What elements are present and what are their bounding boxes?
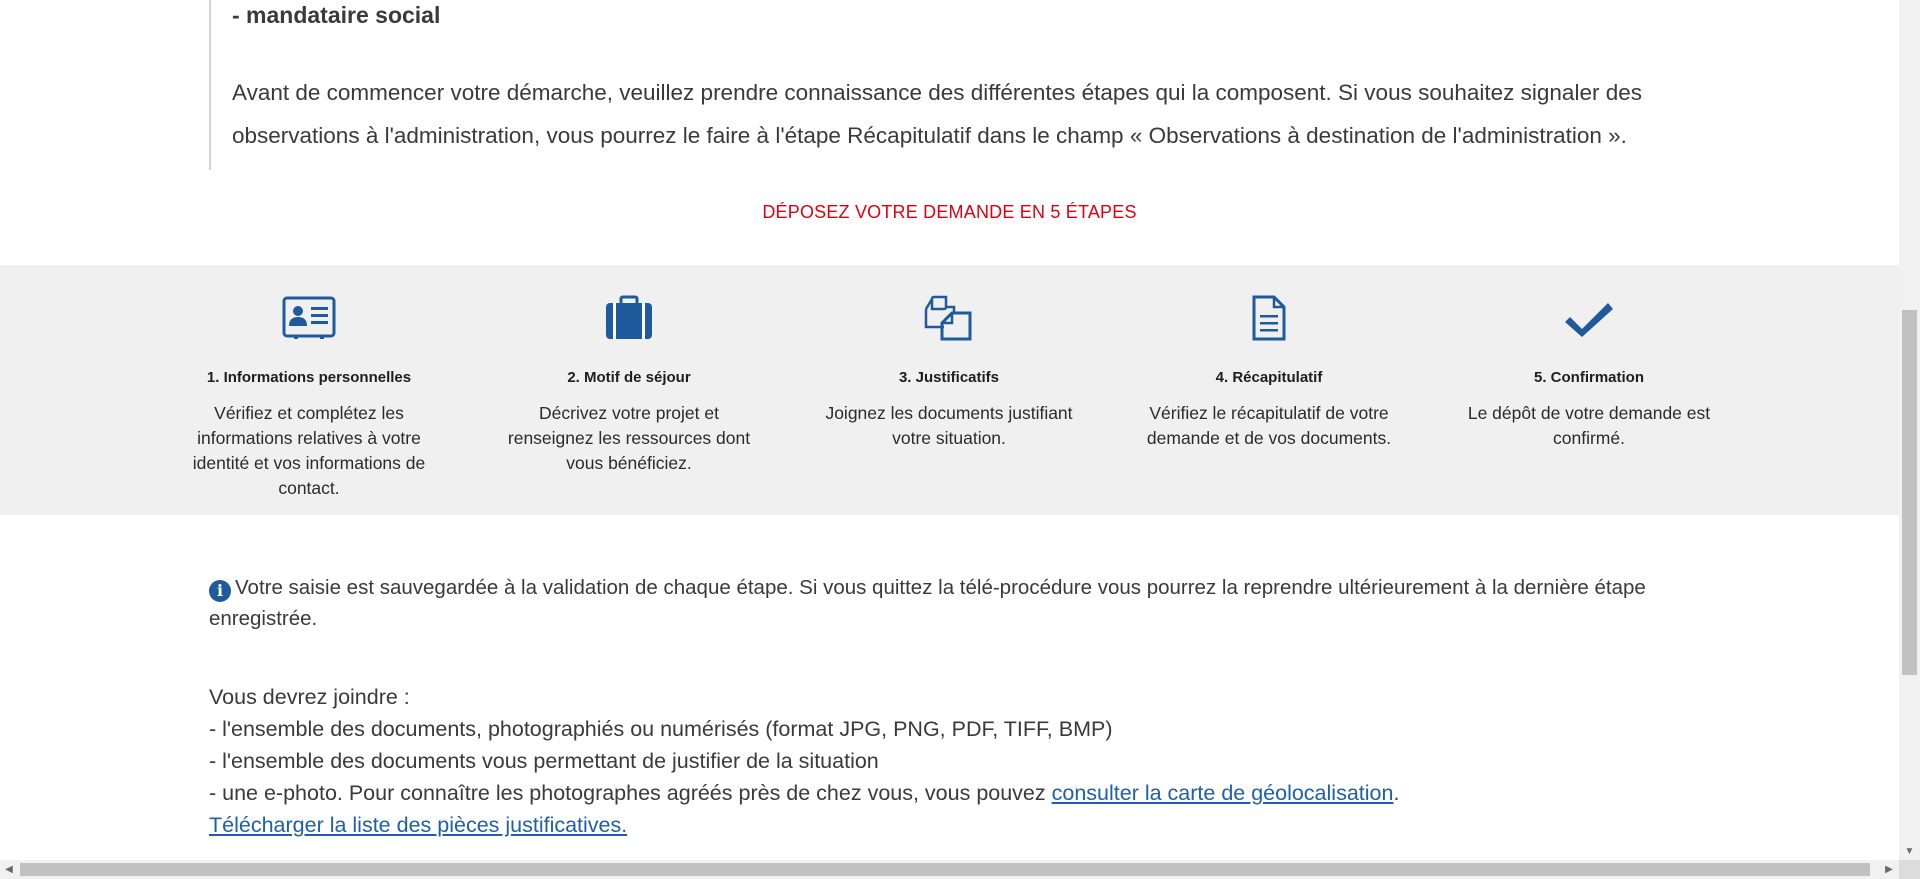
vertical-scrollbar-thumb[interactable] (1902, 310, 1917, 675)
documents-item: - l'ensemble des documents vous permetta… (209, 749, 879, 773)
step-description: Vérifiez et complétez les informations r… (192, 403, 426, 498)
save-info-text: Votre saisie est sauvegardée à la valida… (209, 576, 1646, 630)
vertical-scrollbar[interactable]: ▼ (1899, 0, 1920, 860)
download-row: Télécharger la liste des pièces justific… (209, 809, 1699, 841)
documents-item-text: - une e-photo. Pour connaître les photog… (209, 781, 1052, 805)
role-label: - mandataire social (232, 2, 441, 28)
documents-item-end: . (1393, 781, 1400, 805)
documents-item: - l'ensemble des documents, photographié… (209, 717, 1113, 741)
info-icon: i (209, 580, 231, 602)
documents-item: - une e-photo. Pour connaître les photog… (209, 777, 1699, 809)
id-card-icon (179, 287, 439, 349)
page-viewport: - mandataire social Avant de commencer v… (0, 0, 1899, 860)
step-description: Joignez les documents justifiant votre s… (825, 403, 1073, 448)
download-documents-list-link[interactable]: Télécharger la liste des pièces justific… (209, 813, 627, 837)
file-text-icon (1139, 287, 1399, 349)
geolocation-map-link[interactable]: consulter la carte de géolocalisation (1052, 781, 1394, 805)
step-label: 4. Récapitulatif (1215, 369, 1323, 386)
required-documents: Vous devrez joindre : - l'ensemble des d… (209, 681, 1699, 841)
horizontal-scrollbar-thumb[interactable] (20, 863, 1870, 876)
documents-intro: Vous devrez joindre : (209, 685, 410, 709)
scroll-left-arrow-icon[interactable]: ◀ (0, 860, 18, 879)
suitcase-icon (499, 287, 759, 349)
step-description: Décrivez votre projet et renseignez les … (507, 403, 751, 473)
save-info-notice: i Votre saisie est sauvegardée à la valid… (209, 572, 1699, 634)
step-justificatifs: 3. Justificatifs Joignez les documents j… (819, 265, 1079, 451)
step-label: 3. Justificatifs (898, 369, 1000, 386)
step-label: 5. Confirmation (1533, 369, 1644, 386)
step-description: Vérifiez le récapitulatif de votre deman… (1146, 403, 1392, 448)
step-label: 1. Informations personnelles (206, 369, 412, 386)
step-confirmation: 5. Confirmation Le dépôt de votre demand… (1459, 265, 1719, 451)
steps-title: DÉPOSEZ VOTRE DEMANDE EN 5 ÉTAPES (0, 202, 1899, 223)
scroll-right-arrow-icon[interactable]: ▶ (1880, 860, 1898, 879)
step-informations-personnelles: 1. Informations personnelles Vérifiez et… (179, 265, 439, 501)
intro-paragraph: Avant de commencer votre démarche, veuil… (232, 80, 1642, 148)
step-recapitulatif: 4. Récapitulatif Vérifiez le récapitulat… (1139, 265, 1399, 451)
steps-title-text: DÉPOSEZ VOTRE DEMANDE EN 5 ÉTAPES (762, 202, 1137, 222)
steps-band: 1. Informations personnelles Vérifiez et… (0, 265, 1899, 515)
scrollbar-corner (1899, 860, 1920, 879)
scroll-down-arrow-icon[interactable]: ▼ (1899, 843, 1920, 860)
documents-icon (819, 287, 1079, 349)
step-motif-de-sejour: 2. Motif de séjour Décrivez votre projet… (499, 265, 759, 476)
step-description: Le dépôt de votre demande est confirmé. (1467, 403, 1711, 448)
horizontal-scrollbar[interactable]: ◀ ▶ (0, 860, 1920, 879)
intro-block: - mandataire social Avant de commencer v… (209, 0, 1689, 170)
checkmark-icon (1459, 287, 1719, 349)
step-label: 2. Motif de séjour (567, 369, 691, 386)
